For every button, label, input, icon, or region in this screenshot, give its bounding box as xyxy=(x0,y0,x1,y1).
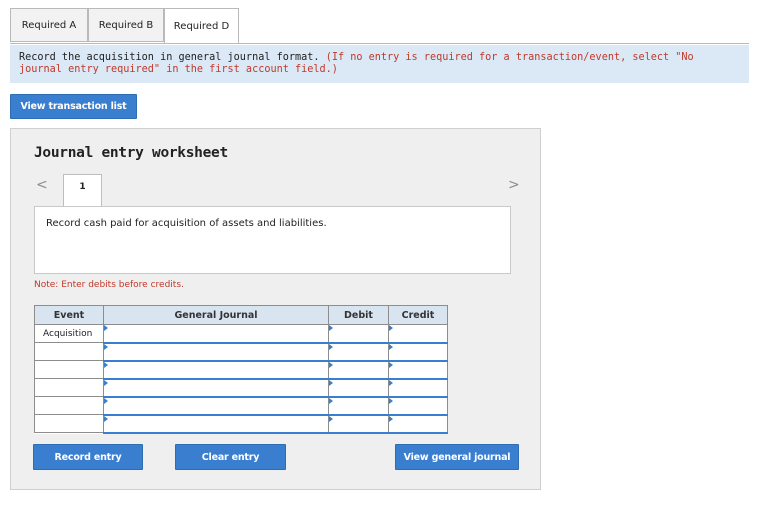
input-marker-icon xyxy=(329,361,333,368)
account-field[interactable] xyxy=(103,378,329,398)
event-cell xyxy=(34,396,104,415)
credit-field[interactable] xyxy=(388,396,448,416)
table-row xyxy=(34,396,448,416)
table-row: Acquisition xyxy=(34,324,448,344)
input-marker-icon xyxy=(389,379,393,386)
tab-required-b[interactable]: Required B xyxy=(88,8,164,42)
credit-field[interactable] xyxy=(388,324,448,344)
dropdown-marker-icon xyxy=(104,415,108,422)
input-marker-icon xyxy=(389,325,393,331)
account-field[interactable] xyxy=(103,324,329,344)
dropdown-marker-icon xyxy=(104,325,108,331)
credit-input[interactable] xyxy=(389,397,447,414)
account-input[interactable] xyxy=(104,325,328,342)
instruction-banner: Record the acquisition in general journa… xyxy=(10,45,749,83)
tab-required-a[interactable]: Required A xyxy=(10,8,88,42)
credit-input[interactable] xyxy=(389,343,447,360)
journal-header-row: Event General Journal Debit Credit xyxy=(34,305,448,325)
account-input[interactable] xyxy=(104,415,328,432)
tab-required-d[interactable]: Required D xyxy=(164,8,239,44)
debit-field[interactable] xyxy=(328,378,389,398)
table-row xyxy=(34,342,448,362)
input-marker-icon xyxy=(389,361,393,368)
debit-input[interactable] xyxy=(329,379,388,396)
table-row xyxy=(34,378,448,398)
credit-field[interactable] xyxy=(388,360,448,380)
record-entry-button[interactable]: Record entry xyxy=(33,444,143,470)
journal-entry-worksheet: Journal entry worksheet < 1 > Record cas… xyxy=(10,128,541,490)
header-debit: Debit xyxy=(328,305,389,325)
credit-input[interactable] xyxy=(389,415,447,432)
table-row xyxy=(34,360,448,380)
input-marker-icon xyxy=(329,325,333,331)
input-marker-icon xyxy=(389,415,393,422)
instruction-text: Record the acquisition in general journa… xyxy=(19,52,320,63)
event-cell xyxy=(34,360,104,379)
journal-table: Event General Journal Debit Credit Acqui… xyxy=(34,305,448,434)
account-field[interactable] xyxy=(103,414,329,434)
input-marker-icon xyxy=(329,343,333,350)
debit-input[interactable] xyxy=(329,415,388,432)
debit-input[interactable] xyxy=(329,325,388,342)
view-general-journal-button[interactable]: View general journal xyxy=(395,444,519,470)
account-input[interactable] xyxy=(104,379,328,396)
dropdown-marker-icon xyxy=(104,361,108,368)
clear-entry-button[interactable]: Clear entry xyxy=(175,444,286,470)
debit-field[interactable] xyxy=(328,324,389,344)
credit-input[interactable] xyxy=(389,379,447,396)
description-text: Record cash paid for acquisition of asse… xyxy=(46,218,327,229)
input-marker-icon xyxy=(389,397,393,404)
event-cell xyxy=(34,342,104,361)
input-marker-icon xyxy=(329,415,333,422)
event-cell: Acquisition xyxy=(34,324,104,343)
header-event: Event xyxy=(34,305,104,325)
credit-field[interactable] xyxy=(388,414,448,434)
account-field[interactable] xyxy=(103,396,329,416)
dropdown-marker-icon xyxy=(104,379,108,386)
table-row xyxy=(34,414,448,434)
debit-credit-note: Note: Enter debits before credits. xyxy=(34,280,184,290)
input-marker-icon xyxy=(329,397,333,404)
account-input[interactable] xyxy=(104,343,328,360)
debit-field[interactable] xyxy=(328,360,389,380)
debit-field[interactable] xyxy=(328,396,389,416)
debit-input[interactable] xyxy=(329,361,388,378)
event-cell xyxy=(34,378,104,397)
transaction-description: Record cash paid for acquisition of asse… xyxy=(34,206,511,274)
debit-field[interactable] xyxy=(328,414,389,434)
dropdown-marker-icon xyxy=(104,343,108,350)
worksheet-title: Journal entry worksheet xyxy=(34,145,228,161)
debit-input[interactable] xyxy=(329,343,388,360)
debit-input[interactable] xyxy=(329,397,388,414)
credit-input[interactable] xyxy=(389,325,447,342)
debit-field[interactable] xyxy=(328,342,389,362)
event-cell xyxy=(34,414,104,433)
header-credit: Credit xyxy=(388,305,448,325)
dropdown-marker-icon xyxy=(104,397,108,404)
account-field[interactable] xyxy=(103,342,329,362)
credit-input[interactable] xyxy=(389,361,447,378)
worksheet-page-tab[interactable]: 1 xyxy=(63,174,102,207)
credit-field[interactable] xyxy=(388,342,448,362)
view-transaction-list-button[interactable]: View transaction list xyxy=(10,94,137,119)
header-general-journal: General Journal xyxy=(103,305,329,325)
chevron-right-icon[interactable]: > xyxy=(508,177,520,193)
credit-field[interactable] xyxy=(388,378,448,398)
input-marker-icon xyxy=(389,343,393,350)
tab-divider xyxy=(10,43,749,44)
account-field[interactable] xyxy=(103,360,329,380)
account-input[interactable] xyxy=(104,397,328,414)
account-input[interactable] xyxy=(104,361,328,378)
input-marker-icon xyxy=(329,379,333,386)
chevron-left-icon[interactable]: < xyxy=(36,177,48,193)
